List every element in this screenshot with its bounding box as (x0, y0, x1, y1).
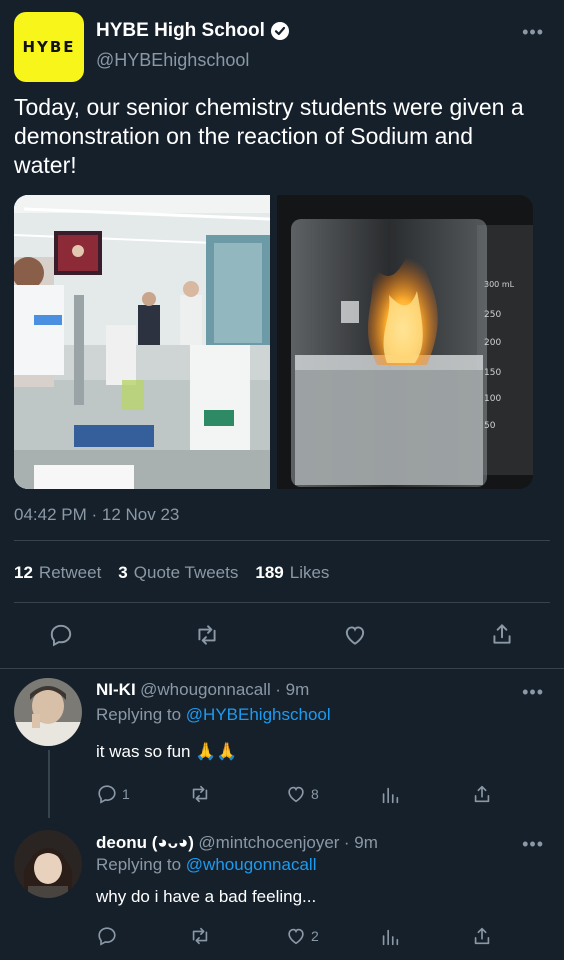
reply-author-name[interactable]: deonu (◕ᴗ◕) (96, 833, 194, 852)
more-options-icon[interactable]: ••• (522, 834, 544, 855)
sodium-reaction-photo[interactable]: 300 mL 250 200 150 100 50 (277, 195, 533, 489)
avatar[interactable] (14, 678, 82, 746)
divider (0, 668, 564, 669)
more-options-icon[interactable]: ••• (522, 22, 544, 43)
like-icon (288, 786, 304, 803)
lab-classroom-photo[interactable] (14, 195, 270, 489)
more-options-icon[interactable]: ••• (522, 682, 544, 703)
like-action[interactable]: 2 (285, 925, 319, 947)
reply-icon (98, 785, 116, 804)
account-name-text: HYBE High School (96, 20, 265, 41)
reply-count: 1 (122, 786, 130, 802)
analytics-icon[interactable] (379, 784, 401, 811)
beaker-volume-label: 300 mL (484, 280, 515, 289)
verified-badge-icon (270, 22, 289, 40)
reply-icon[interactable] (96, 925, 118, 952)
tweet-text: Today, our senior chemistry students wer… (14, 94, 524, 178)
divider (14, 540, 550, 541)
tweet-timestamp[interactable]: 04:42 PM · 12 Nov 23 (14, 505, 179, 525)
account-handle[interactable]: @HYBEhighschool (96, 50, 249, 71)
reply-action[interactable]: 1 (96, 783, 130, 805)
retweet-icon[interactable] (188, 925, 212, 952)
beaker-mark: 150 (484, 368, 501, 378)
share-icon[interactable] (471, 925, 493, 952)
retweet-icon[interactable] (193, 622, 221, 653)
reply-text: it was so fun 🙏🙏 (96, 742, 238, 761)
reply-text: why do i have a bad feeling... (96, 887, 317, 906)
like-count: 2 (311, 928, 319, 944)
beaker-mark: 250 (484, 310, 501, 320)
analytics-icon[interactable] (379, 926, 401, 953)
like-icon[interactable] (342, 622, 368, 653)
avatar[interactable] (14, 830, 82, 898)
reply-author-name[interactable]: NI-KI (96, 680, 136, 699)
replying-to-link[interactable]: @HYBEhighschool (186, 705, 331, 724)
likes-stat[interactable]: 189 Likes (255, 563, 329, 583)
reply-time: · 9m (343, 833, 378, 852)
thread-line (48, 750, 50, 818)
reply-author-handle[interactable]: @mintchocenjoyer (198, 833, 339, 852)
beaker-mark: 200 (484, 338, 501, 348)
replying-to-label: Replying to (96, 855, 182, 874)
like-action[interactable]: 8 (285, 783, 319, 805)
reply-author-handle[interactable]: @whougonnacall (140, 680, 271, 699)
account-name[interactable]: HYBE High School (96, 20, 289, 42)
beaker-mark: 100 (484, 394, 501, 404)
beaker-mark: 50 (484, 421, 496, 431)
reply-icon[interactable] (48, 622, 74, 653)
tweet-stats: 12 Retweet 3 Quote Tweets 189 Likes (14, 563, 329, 583)
share-icon[interactable] (489, 621, 515, 652)
like-icon (288, 928, 304, 945)
account-avatar-logo[interactable]: HYBE (14, 12, 84, 82)
retweet-stat[interactable]: 12 Retweet (14, 563, 101, 583)
reply-time: · 9m (275, 680, 310, 699)
logo-text: HYBE (22, 38, 76, 56)
like-count: 8 (311, 786, 319, 802)
quote-tweets-stat[interactable]: 3 Quote Tweets (118, 563, 238, 583)
divider (14, 602, 550, 603)
replying-to-label: Replying to (96, 705, 182, 724)
replying-to-link[interactable]: @whougonnacall (186, 855, 317, 874)
retweet-icon[interactable] (188, 783, 212, 810)
share-icon[interactable] (471, 783, 493, 810)
